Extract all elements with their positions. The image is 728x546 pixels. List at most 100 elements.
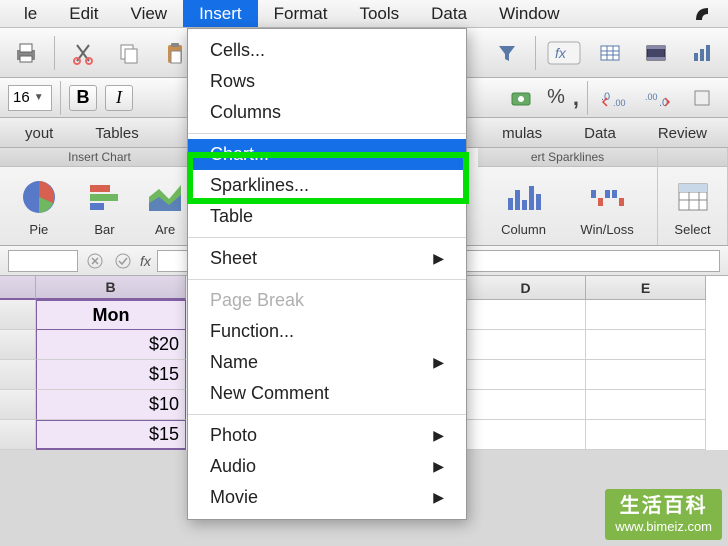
copy-icon[interactable]: [111, 35, 147, 71]
sparkline-column-label: Column: [501, 222, 546, 237]
cell-d1[interactable]: [466, 300, 586, 330]
ribbon-group-title-sparklines: ert Sparklines: [478, 148, 657, 167]
cell-e2[interactable]: [586, 330, 706, 360]
format-dropdown-icon[interactable]: [684, 80, 720, 116]
menu-format[interactable]: Format: [258, 0, 344, 27]
chart-bar-button[interactable]: Bar: [83, 176, 125, 237]
ribbon-group-insert-chart: Insert Chart Pie Bar Are: [0, 148, 200, 245]
col-header-e[interactable]: E: [586, 276, 706, 300]
chart-area-button[interactable]: Are: [149, 176, 181, 237]
col-header-d[interactable]: D: [466, 276, 586, 300]
app-icon: [676, 0, 728, 27]
tab-formulas[interactable]: mulas: [481, 119, 563, 147]
cell-d3[interactable]: [466, 360, 586, 390]
cut-icon[interactable]: [65, 35, 101, 71]
name-box[interactable]: [8, 250, 78, 272]
svg-text:.00: .00: [613, 98, 626, 108]
menu-item-name[interactable]: Name▶: [188, 347, 466, 378]
menu-item-table[interactable]: Table: [188, 201, 466, 232]
select-grid-icon: [672, 176, 714, 218]
menu-item-movie[interactable]: Movie▶: [188, 482, 466, 513]
menu-view[interactable]: View: [115, 0, 184, 27]
filter-icon[interactable]: [489, 35, 525, 71]
bold-button[interactable]: B: [69, 85, 97, 111]
percent-button[interactable]: %: [547, 86, 565, 109]
menu-item-new-comment[interactable]: New Comment: [188, 378, 466, 409]
cell-b3[interactable]: $15: [36, 360, 186, 390]
pie-chart-icon: [18, 176, 60, 218]
cancel-icon[interactable]: [84, 250, 106, 272]
cell-e3[interactable]: [586, 360, 706, 390]
row-header[interactable]: [0, 300, 36, 330]
menu-tools[interactable]: Tools: [343, 0, 415, 27]
chart-toolbar-icon[interactable]: [684, 35, 720, 71]
select-all-corner[interactable]: [0, 276, 36, 300]
menu-item-rows[interactable]: Rows: [188, 66, 466, 97]
menu-separator: [188, 279, 466, 280]
cell-d5[interactable]: [466, 420, 586, 450]
media-icon[interactable]: [638, 35, 674, 71]
tab-data[interactable]: Data: [563, 119, 637, 147]
tab-review[interactable]: Review: [637, 119, 728, 147]
col-header-b[interactable]: B: [36, 276, 186, 300]
menu-edit[interactable]: Edit: [53, 0, 114, 27]
menu-item-sparklines[interactable]: Sparklines...: [188, 170, 466, 201]
ribbon-group-sparklines: ert Sparklines Column Win/Loss: [478, 148, 658, 245]
tab-tables[interactable]: Tables: [74, 119, 159, 147]
row-header[interactable]: [0, 420, 36, 450]
row-header[interactable]: [0, 390, 36, 420]
currency-icon[interactable]: [503, 80, 539, 116]
comma-button[interactable]: ,: [573, 85, 579, 111]
cell-e4[interactable]: [586, 390, 706, 420]
cell-b2[interactable]: $20: [36, 330, 186, 360]
decrease-decimal-icon[interactable]: .0.00: [596, 80, 632, 116]
confirm-icon[interactable]: [112, 250, 134, 272]
svg-text:.0: .0: [601, 91, 610, 103]
menu-file[interactable]: le: [8, 0, 53, 27]
cell-d2[interactable]: [466, 330, 586, 360]
font-size-input[interactable]: 16 ▼: [8, 85, 52, 111]
fx-label[interactable]: fx: [140, 253, 151, 269]
menu-item-cells[interactable]: Cells...: [188, 35, 466, 66]
menu-item-columns[interactable]: Columns: [188, 97, 466, 128]
table-icon[interactable]: [592, 35, 628, 71]
svg-text:.00: .00: [645, 92, 658, 102]
menu-separator: [188, 414, 466, 415]
menu-window[interactable]: Window: [483, 0, 575, 27]
font-size-value: 16: [13, 89, 30, 106]
cell-b4[interactable]: $10: [36, 390, 186, 420]
menu-separator: [188, 133, 466, 134]
increase-decimal-icon[interactable]: .00.0: [640, 80, 676, 116]
menu-insert[interactable]: Insert: [183, 0, 258, 27]
cell-b5[interactable]: $15: [36, 420, 186, 450]
sparkline-winloss-button[interactable]: Win/Loss: [580, 176, 633, 237]
select-data-button[interactable]: Select: [672, 176, 714, 237]
row-header[interactable]: [0, 360, 36, 390]
sparkline-column-button[interactable]: Column: [501, 176, 546, 237]
menu-item-sheet[interactable]: Sheet▶: [188, 243, 466, 274]
menu-item-photo[interactable]: Photo▶: [188, 420, 466, 451]
cell-d4[interactable]: [466, 390, 586, 420]
cell-e1[interactable]: [586, 300, 706, 330]
menu-item-function[interactable]: Function...: [188, 316, 466, 347]
bar-chart-icon: [83, 176, 125, 218]
watermark: 生活百科 www.bimeiz.com: [605, 489, 722, 540]
svg-text:fx: fx: [555, 45, 567, 61]
chart-pie-button[interactable]: Pie: [18, 176, 60, 237]
svg-text:.0: .0: [659, 97, 668, 108]
menu-item-chart[interactable]: Chart...: [188, 139, 466, 170]
menu-data[interactable]: Data: [415, 0, 483, 27]
sparkline-column-icon: [503, 176, 545, 218]
fx-button[interactable]: fx: [546, 35, 582, 71]
cell-e5[interactable]: [586, 420, 706, 450]
insert-menu-dropdown: Cells... Rows Columns Chart... Sparkline…: [187, 28, 467, 520]
italic-button[interactable]: I: [105, 85, 133, 111]
row-header[interactable]: [0, 330, 36, 360]
menu-item-audio[interactable]: Audio▶: [188, 451, 466, 482]
sparkline-winloss-icon: [586, 176, 628, 218]
sparkline-winloss-label: Win/Loss: [580, 222, 633, 237]
cell-b1[interactable]: Mon: [36, 300, 186, 330]
tab-layout[interactable]: yout: [4, 119, 74, 147]
area-chart-icon: [149, 176, 181, 218]
print-icon[interactable]: [8, 35, 44, 71]
